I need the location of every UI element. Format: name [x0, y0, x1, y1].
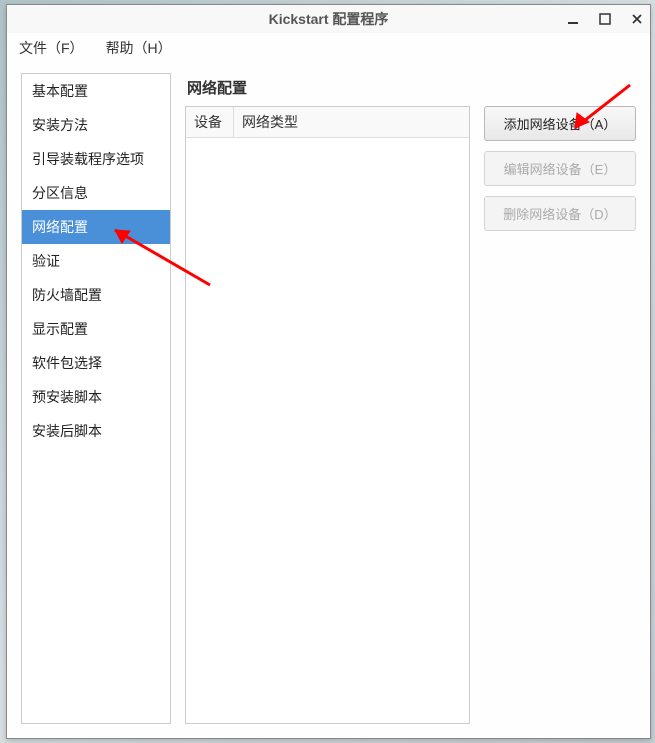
content-area: 基本配置 安装方法 引导装载程序选项 分区信息 网络配置 验证 防火墙配置 显示… — [7, 63, 650, 738]
sidebar: 基本配置 安装方法 引导装载程序选项 分区信息 网络配置 验证 防火墙配置 显示… — [21, 73, 171, 724]
sidebar-item-auth[interactable]: 验证 — [22, 244, 170, 278]
sidebar-item-preinstall[interactable]: 预安装脚本 — [22, 380, 170, 414]
sidebar-item-display[interactable]: 显示配置 — [22, 312, 170, 346]
col-net-type[interactable]: 网络类型 — [234, 107, 469, 137]
close-icon[interactable] — [630, 12, 644, 26]
page-title: 网络配置 — [185, 73, 636, 106]
sidebar-item-postinstall[interactable]: 安装后脚本 — [22, 414, 170, 448]
sidebar-item-packages[interactable]: 软件包选择 — [22, 346, 170, 380]
main-row: 设备 网络类型 添加网络设备（A） 编辑网络设备（E） 删除网络设备（D） — [185, 106, 636, 724]
col-device[interactable]: 设备 — [186, 107, 234, 137]
titlebar: Kickstart 配置程序 — [7, 5, 650, 33]
sidebar-item-bootloader[interactable]: 引导装载程序选项 — [22, 142, 170, 176]
sidebar-item-network[interactable]: 网络配置 — [22, 210, 170, 244]
maximize-icon[interactable] — [598, 12, 612, 26]
window-controls — [566, 5, 644, 33]
device-table[interactable]: 设备 网络类型 — [185, 106, 470, 724]
menu-help[interactable]: 帮助（H） — [102, 36, 176, 60]
button-column: 添加网络设备（A） 编辑网络设备（E） 删除网络设备（D） — [484, 106, 636, 724]
menu-file[interactable]: 文件（F） — [15, 36, 88, 60]
sidebar-item-firewall[interactable]: 防火墙配置 — [22, 278, 170, 312]
menubar: 文件（F） 帮助（H） — [7, 33, 650, 63]
window-title: Kickstart 配置程序 — [269, 9, 389, 29]
minimize-icon[interactable] — [566, 12, 580, 26]
app-window: Kickstart 配置程序 文件（F） 帮助（H） 基本配置 安装方法 引导装… — [6, 4, 651, 739]
delete-network-button: 删除网络设备（D） — [484, 196, 636, 231]
main-panel: 网络配置 设备 网络类型 添加网络设备（A） 编辑网络设备（E） 删除网络设备（… — [185, 73, 636, 724]
add-network-button[interactable]: 添加网络设备（A） — [484, 106, 636, 141]
edit-network-button: 编辑网络设备（E） — [484, 151, 636, 186]
sidebar-item-install[interactable]: 安装方法 — [22, 108, 170, 142]
sidebar-item-partition[interactable]: 分区信息 — [22, 176, 170, 210]
table-header: 设备 网络类型 — [186, 107, 469, 138]
sidebar-item-basic[interactable]: 基本配置 — [22, 74, 170, 108]
